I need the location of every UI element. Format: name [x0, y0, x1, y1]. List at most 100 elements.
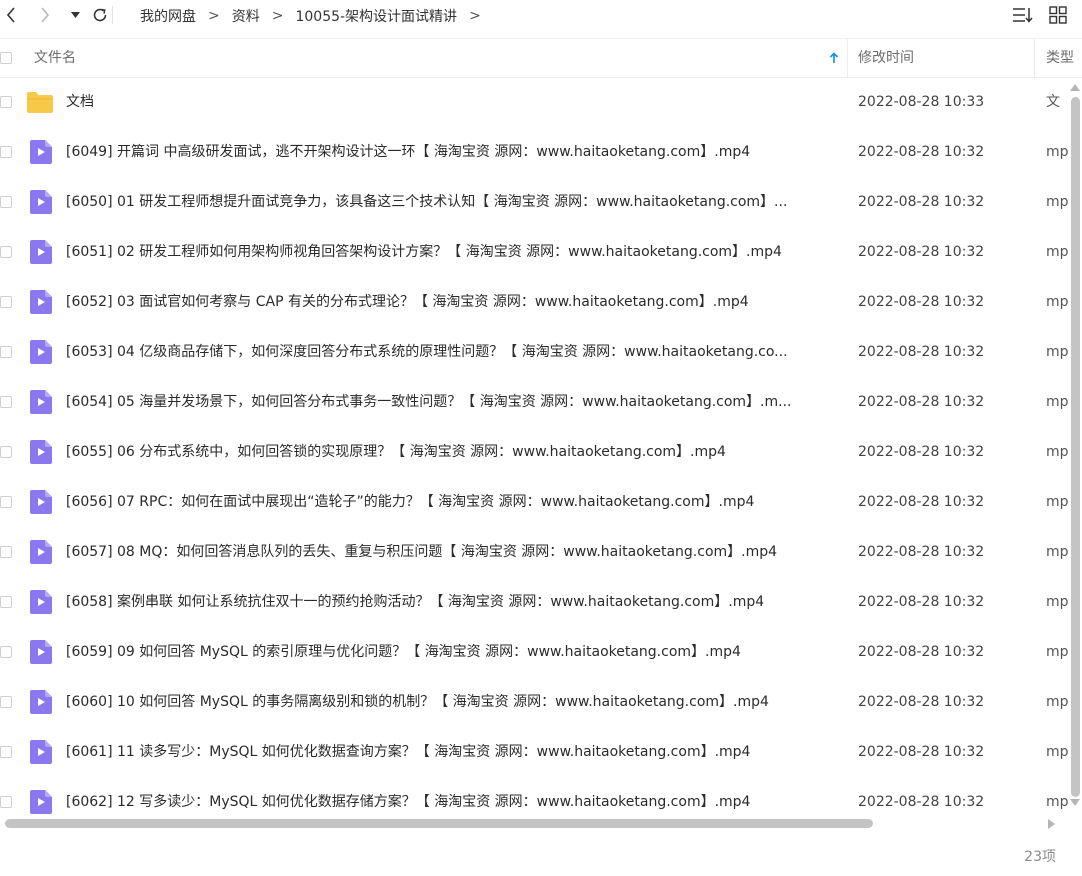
- file-name[interactable]: [6054] 05 海量并发场景下，如何回答分布式事务一致性问题？【 海淘宝资 …: [66, 377, 841, 427]
- row-checkbox[interactable]: [0, 646, 12, 658]
- grid-view-button[interactable]: [1048, 5, 1068, 25]
- file-type: mp: [1046, 544, 1068, 560]
- file-modified-time: 2022-08-28 10:33: [858, 94, 985, 110]
- video-file-icon: [30, 440, 52, 468]
- row-checkbox[interactable]: [0, 196, 12, 208]
- file-row[interactable]: [6053] 04 亿级商品存储下，如何深度回答分布式系统的原理性问题？【 海淘…: [0, 327, 1068, 377]
- vertical-scroll-thumb[interactable]: [1071, 97, 1080, 797]
- column-header-modified-time[interactable]: 修改时间: [858, 39, 914, 77]
- breadcrumb-item-materials[interactable]: 资料: [232, 6, 260, 26]
- file-name[interactable]: [6052] 03 面试官如何考察与 CAP 有关的分布式理论？【 海淘宝资 源…: [66, 277, 841, 327]
- file-row[interactable]: [6055] 06 分布式系统中，如何回答锁的实现原理？【 海淘宝资 源网：ww…: [0, 427, 1068, 477]
- scroll-right-arrow-icon[interactable]: [1048, 819, 1055, 829]
- row-checkbox[interactable]: [0, 546, 12, 558]
- horizontal-scrollbar[interactable]: [0, 816, 1068, 832]
- video-file-icon: [30, 340, 52, 368]
- file-row[interactable]: [6059] 09 如何回答 MySQL 的索引原理与优化问题？【 海淘宝资 源…: [0, 627, 1068, 677]
- file-name[interactable]: [6059] 09 如何回答 MySQL 的索引原理与优化问题？【 海淘宝资 源…: [66, 627, 841, 677]
- file-name[interactable]: [6061] 11 读多写少：MySQL 如何优化数据查询方案？【 海淘宝资 源…: [66, 727, 841, 777]
- column-divider[interactable]: [847, 39, 848, 77]
- row-checkbox[interactable]: [0, 696, 12, 708]
- folder-icon: [27, 91, 53, 117]
- row-checkbox[interactable]: [0, 446, 12, 458]
- file-row[interactable]: [6058] 案例串联 如何让系统抗住双十一的预约抢购活动？【 海淘宝资 源网：…: [0, 577, 1068, 627]
- scroll-down-arrow-icon[interactable]: [1070, 799, 1080, 806]
- history-dropdown-button[interactable]: [68, 8, 82, 22]
- back-button[interactable]: [2, 6, 20, 24]
- file-name[interactable]: [6051] 02 研发工程师如何用架构师视角回答架构设计方案？【 海淘宝资 源…: [66, 227, 841, 277]
- file-row[interactable]: [6057] 08 MQ：如何回答消息队列的丢失、重复与积压问题【 海淘宝资 源…: [0, 527, 1068, 577]
- file-type: mp: [1046, 644, 1068, 660]
- row-checkbox[interactable]: [0, 396, 12, 408]
- row-checkbox[interactable]: [0, 296, 12, 308]
- video-file-icon: [30, 190, 52, 218]
- horizontal-scroll-thumb[interactable]: [5, 819, 873, 828]
- file-modified-time: 2022-08-28 10:32: [858, 644, 985, 660]
- row-checkbox[interactable]: [0, 596, 12, 608]
- file-modified-time: 2022-08-28 10:32: [858, 144, 985, 160]
- row-checkbox[interactable]: [0, 346, 12, 358]
- file-name[interactable]: [6056] 07 RPC：如何在面试中展现出“造轮子”的能力？【 海淘宝资 源…: [66, 477, 841, 527]
- video-file-icon: [30, 740, 52, 768]
- file-row[interactable]: [6061] 11 读多写少：MySQL 如何优化数据查询方案？【 海淘宝资 源…: [0, 727, 1068, 777]
- file-modified-time: 2022-08-28 10:32: [858, 394, 985, 410]
- file-row[interactable]: [6049] 开篇词 中高级研发面试，逃不开架构设计这一环【 海淘宝资 源网：w…: [0, 127, 1068, 177]
- sort-button[interactable]: [1012, 5, 1034, 25]
- refresh-icon: [93, 8, 107, 22]
- breadcrumb-item-current-folder[interactable]: 10055-架构设计面试精讲: [295, 6, 457, 26]
- file-name[interactable]: [6055] 06 分布式系统中，如何回答锁的实现原理？【 海淘宝资 源网：ww…: [66, 427, 841, 477]
- row-checkbox[interactable]: [0, 796, 12, 808]
- file-name[interactable]: [6058] 案例串联 如何让系统抗住双十一的预约抢购活动？【 海淘宝资 源网：…: [66, 577, 841, 627]
- vertical-scrollbar[interactable]: [1068, 80, 1082, 810]
- file-name[interactable]: [6049] 开篇词 中高级研发面试，逃不开架构设计这一环【 海淘宝资 源网：w…: [66, 127, 841, 177]
- file-name[interactable]: [6057] 08 MQ：如何回答消息队列的丢失、重复与积压问题【 海淘宝资 源…: [66, 527, 841, 577]
- scroll-up-arrow-icon[interactable]: [1070, 84, 1080, 91]
- file-row[interactable]: [6062] 12 写多读少：MySQL 如何优化数据存储方案？【 海淘宝资 源…: [0, 777, 1068, 815]
- column-divider[interactable]: [1034, 39, 1035, 77]
- file-modified-time: 2022-08-28 10:32: [858, 794, 985, 810]
- file-row[interactable]: [6050] 01 研发工程师想提升面试竞争力，该具备这三个技术认知【 海淘宝资…: [0, 177, 1068, 227]
- file-name[interactable]: [6060] 10 如何回答 MySQL 的事务隔离级别和锁的机制？【 海淘宝资…: [66, 677, 841, 727]
- file-row[interactable]: [6054] 05 海量并发场景下，如何回答分布式事务一致性问题？【 海淘宝资 …: [0, 377, 1068, 427]
- file-name[interactable]: [6050] 01 研发工程师想提升面试竞争力，该具备这三个技术认知【 海淘宝资…: [66, 177, 841, 227]
- file-type: mp: [1046, 294, 1068, 310]
- video-file-icon: [30, 790, 52, 815]
- row-checkbox[interactable]: [0, 496, 12, 508]
- refresh-button[interactable]: [90, 5, 110, 25]
- top-bar: 我的网盘 > 资料 > 10055-架构设计面试精讲 >: [0, 0, 1082, 30]
- breadcrumb: 我的网盘 > 资料 > 10055-架构设计面试精讲 >: [140, 6, 493, 26]
- sort-icon: [1013, 8, 1033, 23]
- file-type: mp: [1046, 494, 1068, 510]
- column-header-type[interactable]: 类型: [1046, 39, 1082, 77]
- file-type: mp: [1046, 744, 1068, 760]
- caret-down-icon: [70, 12, 80, 18]
- row-checkbox[interactable]: [0, 146, 12, 158]
- breadcrumb-item-my-drive[interactable]: 我的网盘: [140, 6, 196, 26]
- forward-button[interactable]: [36, 6, 54, 24]
- file-name[interactable]: [6062] 12 写多读少：MySQL 如何优化数据存储方案？【 海淘宝资 源…: [66, 777, 841, 815]
- row-checkbox[interactable]: [0, 246, 12, 258]
- file-row[interactable]: 文档 2022-08-28 10:33 文: [0, 77, 1068, 127]
- row-checkbox[interactable]: [0, 746, 12, 758]
- video-file-icon: [30, 290, 52, 318]
- toolbar-divider: [112, 6, 113, 24]
- sort-ascending-icon[interactable]: [829, 52, 839, 64]
- file-modified-time: 2022-08-28 10:32: [858, 594, 985, 610]
- grid-view-icon: [1049, 6, 1067, 24]
- column-header-name[interactable]: 文件名: [34, 39, 76, 77]
- row-checkbox[interactable]: [0, 96, 12, 108]
- file-name[interactable]: 文档: [66, 77, 841, 127]
- file-row[interactable]: [6060] 10 如何回答 MySQL 的事务隔离级别和锁的机制？【 海淘宝资…: [0, 677, 1068, 727]
- file-type: mp: [1046, 794, 1068, 810]
- video-file-icon: [30, 240, 52, 268]
- file-row[interactable]: [6056] 07 RPC：如何在面试中展现出“造轮子”的能力？【 海淘宝资 源…: [0, 477, 1068, 527]
- select-all-checkbox[interactable]: [0, 52, 12, 64]
- video-file-icon: [30, 490, 52, 518]
- file-row[interactable]: [6052] 03 面试官如何考察与 CAP 有关的分布式理论？【 海淘宝资 源…: [0, 277, 1068, 327]
- file-modified-time: 2022-08-28 10:32: [858, 244, 985, 260]
- breadcrumb-separator: >: [469, 8, 481, 24]
- file-name[interactable]: [6053] 04 亿级商品存储下，如何深度回答分布式系统的原理性问题？【 海淘…: [66, 327, 841, 377]
- file-row[interactable]: [6051] 02 研发工程师如何用架构师视角回答架构设计方案？【 海淘宝资 源…: [0, 227, 1068, 277]
- file-modified-time: 2022-08-28 10:32: [858, 344, 985, 360]
- file-type: mp: [1046, 144, 1068, 160]
